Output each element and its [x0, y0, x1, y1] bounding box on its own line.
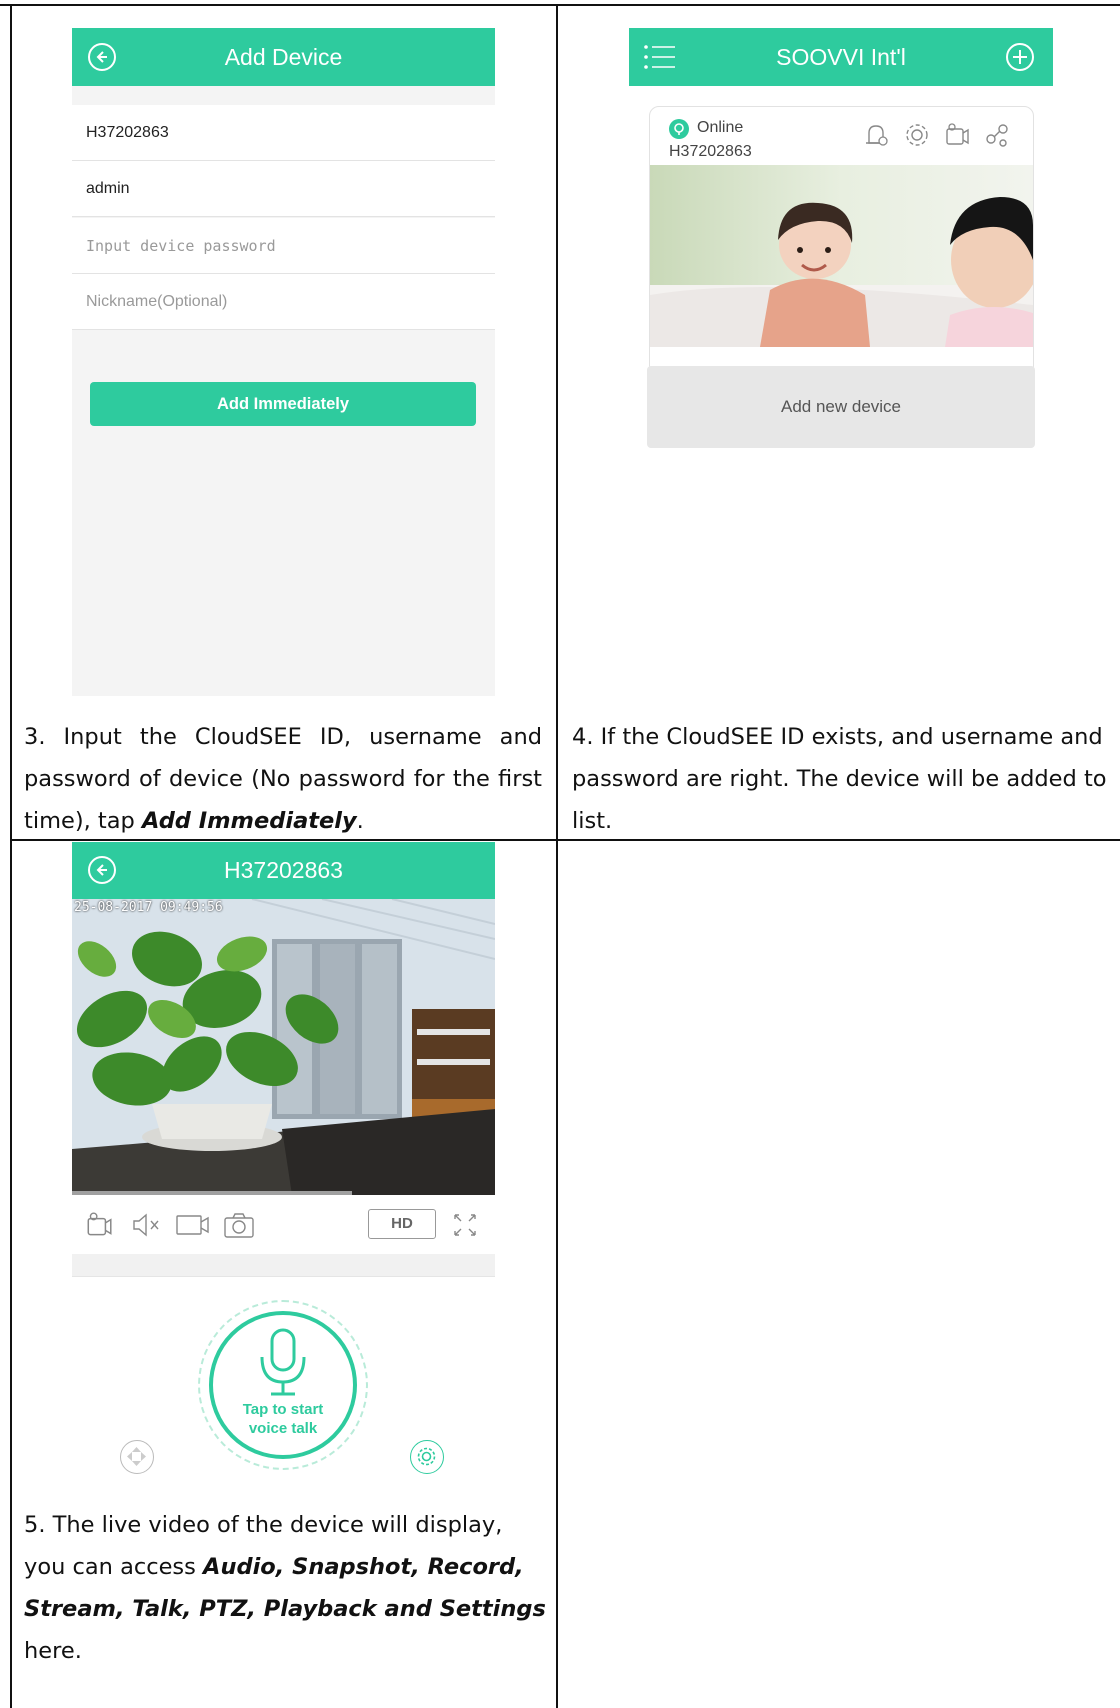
- settings-gear-icon: [417, 1447, 436, 1466]
- page-title: Add Device: [224, 44, 343, 70]
- app-title: SOOVVI Int'l: [776, 44, 906, 70]
- step-5-suffix: here.: [24, 1638, 82, 1664]
- control-divider: [72, 1254, 495, 1277]
- add-new-device-button[interactable]: Add new device: [647, 366, 1035, 448]
- alarm-icon[interactable]: [862, 121, 890, 149]
- ptz-icon: [127, 1447, 146, 1466]
- stream-hd-button[interactable]: HD: [368, 1209, 436, 1239]
- device-thumbnail[interactable]: [650, 165, 1033, 347]
- password-field[interactable]: Input device password: [72, 218, 495, 274]
- live-view-screen: H37202863 25-08-2017 09:49:56 HD Tap to …: [72, 842, 495, 1482]
- share-icon[interactable]: [983, 121, 1011, 149]
- microphone-icon: [260, 1328, 306, 1396]
- device-title: H37202863: [224, 857, 343, 883]
- live-video[interactable]: [72, 899, 495, 1195]
- fullscreen-icon[interactable]: [450, 1210, 480, 1240]
- settings-gear-icon[interactable]: [903, 121, 931, 149]
- voice-talk-button[interactable]: Tap to start voice talk: [209, 1311, 357, 1459]
- playback-icon[interactable]: [943, 121, 971, 149]
- status-label: Online: [697, 119, 744, 136]
- table-border-middle: [556, 4, 558, 1708]
- snapshot-icon[interactable]: [222, 1210, 256, 1240]
- live-view-topbar: H37202863: [72, 842, 495, 899]
- step-3-suffix: .: [356, 808, 364, 834]
- device-list-screen: SOOVVI Int'l Online H37202863 Add new de…: [629, 28, 1053, 448]
- add-icon[interactable]: [1006, 43, 1034, 71]
- table-border-left: [10, 4, 12, 1708]
- device-card[interactable]: Online H37202863: [649, 106, 1034, 376]
- audio-mute-icon[interactable]: [130, 1210, 162, 1240]
- table-border-top: [0, 4, 1120, 6]
- voice-talk-label-2: voice talk: [248, 1420, 318, 1437]
- settings-button[interactable]: [410, 1440, 444, 1474]
- step-3-bold: Add Immediately: [141, 808, 357, 834]
- add-device-topbar: Add Device: [72, 28, 495, 86]
- step-3-text: 3. Input the CloudSEE ID, username and p…: [24, 716, 542, 842]
- voice-talk-label-1: Tap to start: [242, 1401, 324, 1418]
- add-device-screen: Add Device H37202863 admin Input device …: [72, 28, 495, 696]
- online-icon: [669, 119, 689, 139]
- device-id-label: H37202863: [669, 143, 752, 160]
- video-timestamp: 25-08-2017 09:49:56: [74, 900, 223, 915]
- add-immediately-button[interactable]: Add Immediately: [90, 382, 476, 426]
- step-4-text: 4. If the CloudSEE ID exists, and userna…: [572, 724, 1107, 834]
- step-5-text: 5. The live video of the device will dis…: [24, 1504, 549, 1672]
- device-id-field[interactable]: H37202863: [72, 105, 495, 161]
- ptz-button[interactable]: [120, 1440, 154, 1474]
- record-icon[interactable]: [174, 1210, 212, 1240]
- playback-icon[interactable]: [84, 1210, 114, 1240]
- device-list-topbar: SOOVVI Int'l: [629, 28, 1053, 86]
- nickname-field[interactable]: Nickname(Optional): [72, 274, 495, 330]
- username-field[interactable]: admin: [72, 161, 495, 217]
